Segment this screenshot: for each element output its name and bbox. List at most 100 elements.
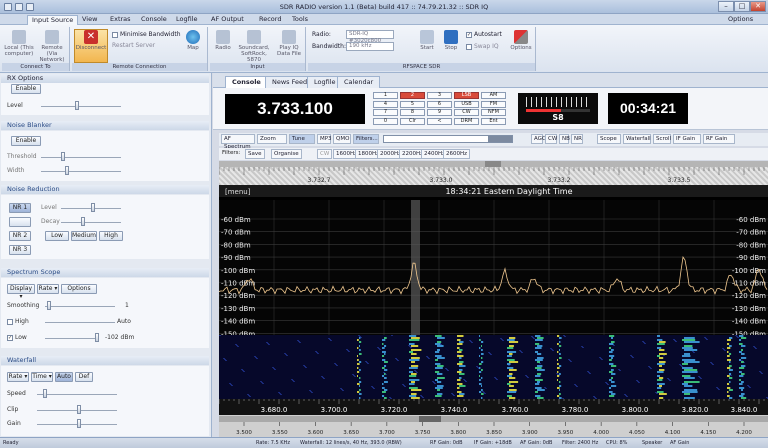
speed-thumb[interactable] [43,389,47,398]
spectrum-waterfall-view[interactable]: [menu]18:34:21 Eastern Daylight Time3.66… [218,185,768,437]
nr-decay-track[interactable] [61,222,121,223]
zoom-scrollbar[interactable] [383,135,513,143]
width-slider-thumb[interactable] [65,166,69,175]
noise-reduction-header[interactable]: Noise Reduction [1,185,209,194]
options-menu[interactable]: Options [724,15,757,25]
close-button[interactable]: ✕ [750,1,766,12]
tuning-ruler-top[interactable]: 3.732.7 3.733.0 3.733.2 3.733.5 [218,161,768,185]
level-slider-thumb[interactable] [75,101,79,110]
keypad-key[interactable]: FM [481,100,506,108]
high-checkbox[interactable] [7,318,13,325]
keypad-key[interactable]: AM [481,92,506,99]
keypad-key[interactable]: LSB [454,92,479,99]
keypad-key[interactable]: 8 [400,109,425,116]
spectrum-menu-button[interactable]: [menu] [225,188,251,196]
high-option[interactable]: High [7,318,29,325]
filter-cw-button[interactable]: CW [317,149,333,159]
keypad-key[interactable]: 4 [373,100,398,108]
swap-iq-option[interactable]: Swap IQ [466,43,499,50]
keypad-key[interactable]: 9 [427,109,452,116]
wf-rate-dropdown[interactable]: Rate ▾ [7,372,29,382]
speed-track[interactable] [37,394,117,395]
soundcard-button[interactable]: Soundcard, SoftRock, 5870 [236,30,272,63]
tab-record[interactable]: Record [255,15,285,25]
nr-high-button[interactable]: High [99,231,123,241]
toolbar-button[interactable]: Zoom [257,134,287,144]
autostart-checkbox[interactable]: ✓ [466,31,472,38]
tab-af-output[interactable]: AF Output [207,15,248,25]
keypad-key[interactable]: Clr [400,117,425,125]
radio-select[interactable]: SDR-IQ #3020c800 [346,30,394,44]
gain-thumb[interactable] [77,419,81,428]
nr3-button[interactable]: NR 3 [9,245,31,255]
tab-calendar[interactable]: Calendar [337,76,381,88]
keypad-key[interactable]: Ent [481,117,506,125]
filter-save-button[interactable]: Save [245,149,265,159]
remote-button[interactable]: Remote (Via Network) [36,30,68,63]
low-checkbox[interactable]: ✓ [7,334,13,341]
smoothing-track[interactable] [45,306,115,307]
toolbar-button[interactable]: AGC [531,134,546,144]
frequency-display[interactable]: 3.733.100 [225,94,365,124]
level-slider-track[interactable] [41,106,121,107]
display-dropdown[interactable]: Display ▾ [7,284,35,300]
toolbar-button[interactable]: MP3 [317,134,332,144]
enable-button[interactable]: Enable [11,84,41,94]
low-thumb[interactable] [95,333,99,342]
toolbar-button[interactable]: NB [559,134,570,144]
nr-decay-thumb[interactable] [81,217,85,226]
threshold-slider-thumb[interactable] [61,152,65,161]
toolbar-button[interactable]: QMO [333,134,351,144]
width-slider-track[interactable] [41,171,121,172]
play-iq-button[interactable]: Play IQ Data File [274,30,304,57]
toolbar-button[interactable]: IF Gain [673,134,701,144]
toolbar-button[interactable]: Tune [289,134,315,144]
nr-medium-button[interactable]: Medium [71,231,97,241]
ruler-thumb[interactable] [485,161,501,167]
keypad-key[interactable]: 5 [400,100,425,108]
start-button[interactable]: Start [416,30,438,51]
minimize-button[interactable]: – [718,1,734,12]
toolbar-button[interactable]: Filters... [353,134,379,144]
options-button[interactable]: Options [508,30,534,51]
keypad-key[interactable]: NFM [481,109,506,116]
noise-blanker-header[interactable]: Noise Blanker [1,121,209,130]
scope-options-button[interactable]: Options [61,284,97,294]
keypad-key[interactable]: 6 [427,100,452,108]
band-ruler-track[interactable] [219,416,768,422]
nr1-button[interactable]: NR 1 [9,203,31,213]
keypad-key[interactable]: < [427,117,452,125]
tab-logfile[interactable]: Logfile [172,15,202,25]
swap-iq-checkbox[interactable] [466,43,472,50]
toolbar-button[interactable]: Scroll [653,134,671,144]
wf-def-button[interactable]: Def [75,372,93,382]
nr-option-button[interactable] [9,217,31,227]
spectrum-scope-header[interactable]: Spectrum Scope [1,268,209,277]
nr2-button[interactable]: NR 2 [9,231,31,241]
keypad-key[interactable]: DRM [454,117,479,125]
toolbar-button[interactable]: Waterfall [623,134,651,144]
keypad-key[interactable]: 2 [400,92,425,99]
toolbar-button[interactable]: Scope [597,134,621,144]
autostart-option[interactable]: ✓ Autostart [466,31,502,38]
tab-input-source[interactable]: Input Source [27,15,79,25]
filter-organise-button[interactable]: Organise [271,149,302,159]
minimise-bandwidth-option[interactable]: Minimise Bandwidth [112,31,181,38]
nb-enable-button[interactable]: Enable [11,136,41,146]
radio-button[interactable]: Radio [212,30,234,51]
band-ruler-thumb[interactable] [419,416,441,422]
tab-console[interactable]: Console [137,15,171,25]
waterfall-header[interactable]: Waterfall [1,356,209,365]
tab-tools[interactable]: Tools [288,15,312,25]
keypad-key[interactable]: 3 [427,92,452,99]
toolbar-button[interactable]: CW [545,134,557,144]
tab-extras[interactable]: Extras [106,15,135,25]
toolbar-button[interactable]: NR [571,134,583,144]
minimise-checkbox[interactable] [112,31,118,38]
high-track[interactable] [45,322,115,323]
tab-view[interactable]: View [78,15,101,25]
filter-preset-button[interactable]: 2600Hz [443,149,471,159]
toolbar-button[interactable]: AF Spectrum [221,134,255,150]
keypad-key[interactable]: 1 [373,92,398,99]
map-button[interactable]: Map [182,30,204,51]
